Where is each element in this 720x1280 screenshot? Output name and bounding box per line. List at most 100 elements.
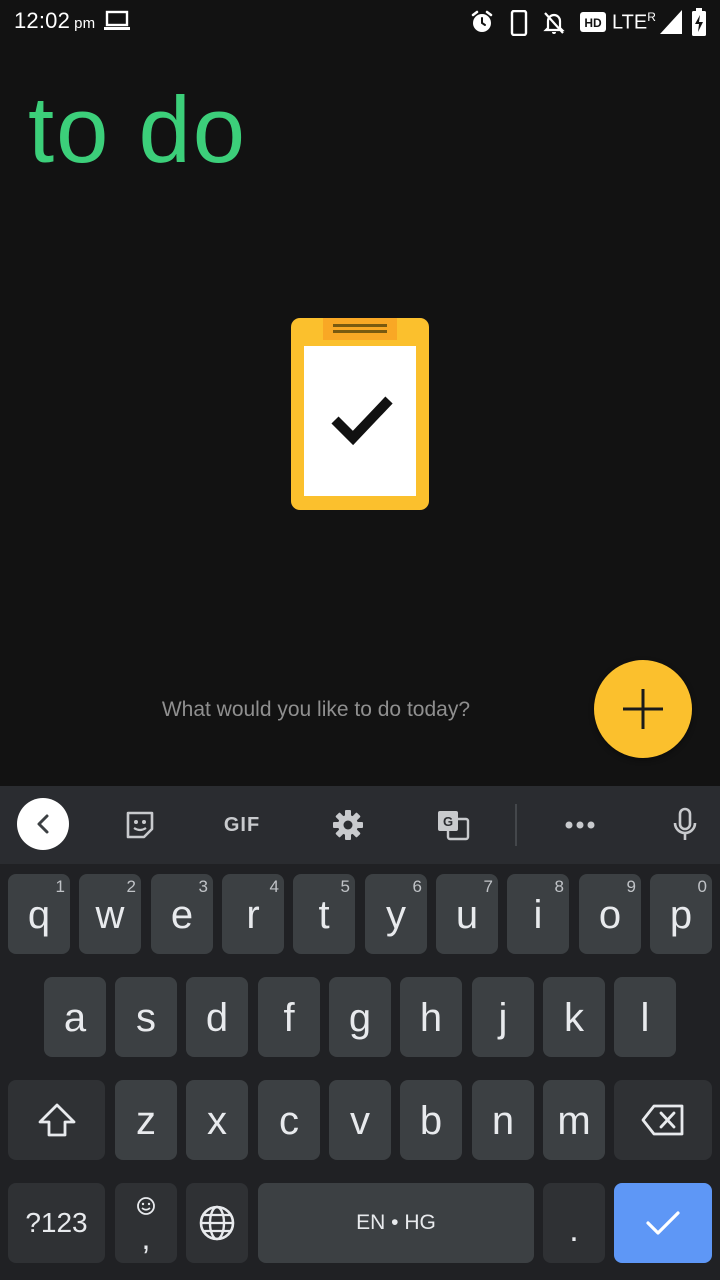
- key-u[interactable]: 7u: [436, 874, 498, 954]
- key-label: o: [598, 892, 622, 937]
- svg-text:G: G: [443, 814, 453, 829]
- key-hint: 9: [626, 877, 636, 896]
- key-label: x: [207, 1098, 227, 1143]
- key-w[interactable]: 2w: [79, 874, 141, 954]
- hd-label: HD: [584, 16, 602, 30]
- shift-icon: [38, 1103, 75, 1137]
- language-key[interactable]: [186, 1183, 248, 1263]
- symbols-key[interactable]: ?123: [8, 1183, 105, 1263]
- key-label: g: [348, 995, 372, 1040]
- network-type: LTE: [612, 11, 648, 34]
- key-f[interactable]: f: [258, 977, 320, 1057]
- key-label: r: [246, 892, 260, 937]
- key-q[interactable]: 1q: [8, 874, 70, 954]
- key-r[interactable]: 4r: [222, 874, 284, 954]
- battery-charging-icon: [692, 8, 706, 36]
- period-label: .: [569, 1210, 579, 1249]
- done-key[interactable]: [614, 1183, 712, 1263]
- key-s[interactable]: s: [115, 977, 177, 1057]
- key-z[interactable]: z: [115, 1080, 177, 1160]
- key-x[interactable]: x: [186, 1080, 248, 1160]
- empty-state-prompt: What would you like to do today?: [0, 698, 584, 722]
- key-label: w: [95, 892, 125, 937]
- status-time-ampm: pm: [74, 15, 96, 32]
- key-v[interactable]: v: [329, 1080, 391, 1160]
- network-label: LTER: [612, 10, 656, 35]
- phone-icon: [510, 10, 528, 36]
- hd-icon: HD: [580, 12, 606, 32]
- key-label: u: [455, 892, 479, 937]
- key-label: y: [386, 892, 406, 937]
- plus-icon: [623, 689, 663, 729]
- key-label: k: [564, 995, 584, 1040]
- backspace-key[interactable]: [614, 1080, 712, 1160]
- space-key[interactable]: EN • HG: [258, 1183, 534, 1263]
- settings-button[interactable]: [318, 786, 378, 864]
- key-a[interactable]: a: [44, 977, 106, 1057]
- key-hint: 4: [269, 877, 279, 896]
- shift-key[interactable]: [8, 1080, 105, 1160]
- key-hint: 1: [55, 877, 65, 896]
- key-hint: 2: [126, 877, 136, 896]
- key-j[interactable]: j: [472, 977, 534, 1057]
- key-label: i: [533, 892, 543, 937]
- more-options-button[interactable]: [550, 786, 610, 864]
- key-n[interactable]: n: [472, 1080, 534, 1160]
- key-label: n: [491, 1098, 515, 1143]
- key-o[interactable]: 9o: [579, 874, 641, 954]
- key-label: e: [170, 892, 194, 937]
- key-b[interactable]: b: [400, 1080, 462, 1160]
- key-h[interactable]: h: [400, 977, 462, 1057]
- key-e[interactable]: 3e: [151, 874, 213, 954]
- period-key[interactable]: .: [543, 1183, 605, 1263]
- soft-keyboard: GIF G 1 q 2 w 3 e 4 r 5 t 6 y 7 u 8 i 9 …: [0, 786, 720, 1280]
- prompt-label: What would you like to do today?: [161, 698, 470, 721]
- key-hint: 3: [198, 877, 208, 896]
- key-label: l: [640, 995, 650, 1040]
- space-label: EN • HG: [356, 1211, 436, 1234]
- key-label: m: [557, 1098, 591, 1143]
- key-l[interactable]: l: [614, 977, 676, 1057]
- key-hint: 0: [697, 877, 707, 896]
- globe-icon: [199, 1205, 235, 1241]
- key-d[interactable]: d: [186, 977, 248, 1057]
- key-label: d: [205, 995, 229, 1040]
- notifications-off-icon: [543, 12, 565, 34]
- key-p[interactable]: 0p: [650, 874, 712, 954]
- voice-input-button[interactable]: [655, 786, 715, 864]
- emoji-icon: [137, 1197, 155, 1215]
- key-label: z: [136, 1098, 156, 1143]
- key-label: a: [63, 995, 87, 1040]
- key-label: c: [279, 1098, 299, 1143]
- key-label: s: [136, 995, 156, 1040]
- status-time: 12:02 pm: [14, 8, 95, 34]
- gif-button[interactable]: GIF: [212, 786, 272, 864]
- key-hint: 5: [340, 877, 350, 896]
- key-c[interactable]: c: [258, 1080, 320, 1160]
- key-m[interactable]: m: [543, 1080, 605, 1160]
- keyboard-back-button[interactable]: [17, 798, 69, 850]
- key-label: b: [419, 1098, 443, 1143]
- translate-button[interactable]: G: [423, 786, 483, 864]
- add-task-button[interactable]: [594, 660, 692, 758]
- gear-icon: [333, 810, 363, 840]
- roaming-indicator: R: [647, 10, 656, 24]
- key-g[interactable]: g: [329, 977, 391, 1057]
- screen: 12:02 pm HD LTER to do What would you li…: [0, 0, 720, 1280]
- comma-emoji-key[interactable]: ,: [115, 1183, 177, 1263]
- key-k[interactable]: k: [543, 977, 605, 1057]
- sticker-button[interactable]: [110, 786, 170, 864]
- key-label: j: [498, 995, 508, 1040]
- clipboard-check-icon: [291, 318, 429, 510]
- status-time-value: 12:02: [14, 8, 71, 33]
- key-hint: 8: [554, 877, 564, 896]
- key-label: v: [350, 1098, 370, 1143]
- key-t[interactable]: 5t: [293, 874, 355, 954]
- symbols-label: ?123: [25, 1207, 88, 1238]
- sticker-icon: [126, 811, 154, 839]
- key-label: p: [669, 892, 693, 937]
- gif-label: GIF: [223, 813, 261, 836]
- key-label: h: [419, 995, 443, 1040]
- key-y[interactable]: 6y: [365, 874, 427, 954]
- key-i[interactable]: 8i: [507, 874, 569, 954]
